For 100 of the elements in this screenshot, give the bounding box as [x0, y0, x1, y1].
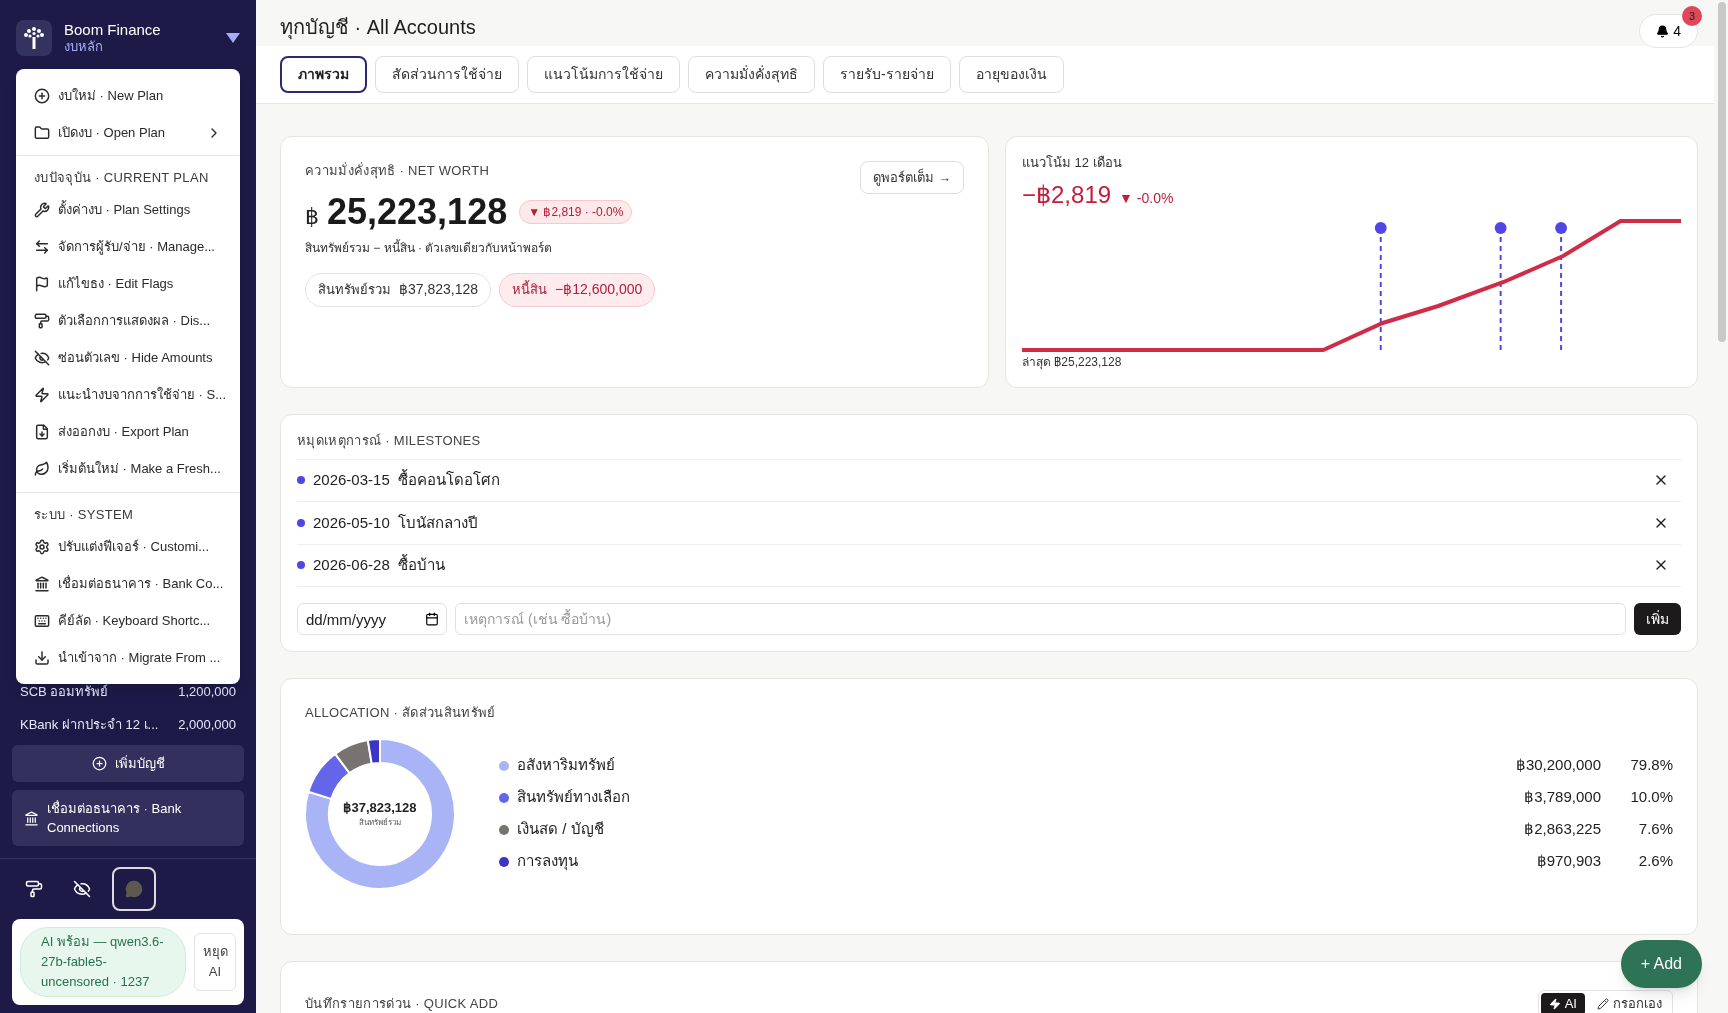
legend-share: 79.8%: [1629, 755, 1673, 776]
legend-label: การลงทุน: [517, 851, 579, 873]
dropdown-caret-icon[interactable]: [226, 33, 240, 43]
net-worth-amount: 25,223,128: [327, 189, 508, 234]
legend-label: อสังหาริมทรัพย์: [517, 755, 616, 776]
card-heading: บันทึกรายการด่วน · QUICK ADD: [305, 995, 499, 1013]
add-fab[interactable]: + Add: [1620, 940, 1702, 988]
folder-icon: [34, 124, 50, 141]
tree-logo-icon: [16, 20, 52, 56]
menu-item[interactable]: ซ่อนตัวเลข · Hide Amounts: [16, 339, 240, 377]
legend-amount: ฿2,863,225: [1523, 819, 1601, 840]
menu-item[interactable]: แนะนำงบจากการใช้จ่าย · S...: [16, 376, 240, 414]
legend-share: 2.6%: [1637, 851, 1673, 872]
flag-icon: [34, 276, 50, 292]
page-title: ทุกบัญชี · All Accounts: [280, 15, 476, 42]
paint-roller-icon: [34, 313, 50, 329]
menu-item[interactable]: คีย์ลัด · Keyboard Shortc...: [16, 602, 240, 639]
card-heading: ความมั่งคั่งสุทธิ · NET WORTH: [305, 161, 491, 181]
menu-section-heading: ระบบ · SYSTEM: [33, 505, 135, 524]
milestone-date: 2026-06-28: [313, 555, 390, 575]
ai-status-pill: AI พร้อม — qwen3.6-27b-fable5-uncensored · 1237: [20, 927, 186, 997]
arrows-icon: [34, 239, 50, 255]
legend-share: 7.6%: [1637, 819, 1673, 840]
milestone-name: ซื้อบ้าน: [397, 554, 446, 575]
legend-amount: ฿30,200,000: [1514, 755, 1601, 776]
menu-item[interactable]: เริ่มต้นใหม่ · Make a Fresh...: [16, 450, 240, 488]
menu-section-heading: งบปัจจุบัน · CURRENT PLAN: [33, 169, 210, 188]
stop-ai-button[interactable]: หยุด AI: [194, 933, 236, 991]
debt-chip: หนี้สิน −฿12,600,000: [499, 272, 656, 307]
tab[interactable]: สัดส่วนการใช้จ่าย: [375, 56, 519, 93]
add-account-button[interactable]: เพิ่มบัญชี: [12, 745, 244, 782]
tab[interactable]: รายรับ-รายจ่าย: [823, 56, 951, 93]
legend-label: เงินสด / บัญชี: [517, 819, 605, 840]
latest-value: ล่าสุด ฿25,223,128: [1022, 353, 1123, 371]
menu-item[interactable]: เปิดงบ · Open Plan: [16, 114, 240, 151]
account-row[interactable]: KBank ฝากประจำ 12 เ... 2,000,000: [12, 708, 244, 741]
bell-icon: [1656, 24, 1670, 38]
mode-toggle[interactable]: กรอกเอง: [1589, 993, 1670, 1013]
bank-connections-button[interactable]: เชื่อมต่อธนาคาร · Bank Connections: [12, 790, 244, 846]
plus-circle-icon: [91, 756, 107, 771]
wrench-icon: [34, 202, 50, 218]
menu-item[interactable]: เชื่อมต่อธนาคาร · Bank Co...: [16, 565, 240, 602]
bullet-icon: [297, 476, 305, 485]
tab[interactable]: แนวโน้มการใช้จ่าย: [527, 56, 680, 93]
toolbar-button[interactable]: [112, 867, 156, 911]
scrollbar[interactable]: [1718, 2, 1726, 342]
pencil-icon: [1597, 998, 1609, 1010]
legend-label: สินทรัพย์ทางเลือก: [517, 787, 631, 808]
event-field[interactable]: เหตุการณ์ (เช่น ซื้อบ้าน): [455, 603, 1626, 635]
keyboard-icon: [34, 612, 50, 629]
legend-share: 10.0%: [1629, 787, 1673, 808]
eye-off-icon: [73, 880, 91, 898]
file-download-icon: [34, 424, 50, 440]
menu-item[interactable]: แก้ไขธง · Edit Flags: [16, 265, 240, 303]
bank-icon: [34, 575, 50, 592]
milestone-name: ซื้อคอนโดอโศก: [397, 469, 501, 490]
date-field[interactable]: dd/mm/yyyy: [297, 603, 447, 635]
calendar-icon[interactable]: [425, 612, 439, 626]
chat-bubble-icon: [125, 880, 143, 898]
net-worth-note: สินทรัพย์รวม − หนี้สิน · ตัวเลขเดียวกับหน้าพอร์ต: [305, 238, 554, 257]
tab[interactable]: ความมั่งคั่งสุทธิ: [688, 56, 815, 93]
legend-amount: ฿970,903: [1535, 851, 1601, 872]
lightning-icon: [34, 387, 50, 403]
donut-total-label: สินทรัพย์รวม: [359, 817, 401, 830]
add-milestone-button[interactable]: เพิ่ม: [1634, 603, 1681, 635]
menu-item[interactable]: จัดการผู้รับ/จ่าย · Manage...: [16, 228, 240, 266]
card-heading: แนวโน้ม 12 เดือน: [1022, 154, 1123, 172]
download-icon: [34, 649, 50, 666]
tab[interactable]: อายุของเงิน: [958, 56, 1064, 93]
currency-symbol: ฿: [305, 202, 319, 231]
menu-item[interactable]: ปรับแต่งฟีเจอร์ · Customi...: [16, 528, 240, 565]
paint-roller-icon: [25, 880, 43, 898]
menu-item[interactable]: ส่งออกงบ · Export Plan: [16, 413, 240, 451]
trend-change: ▼ -0.0%: [1119, 188, 1174, 208]
tab[interactable]: ภาพรวม: [280, 56, 367, 93]
bullet-icon: [297, 518, 305, 527]
menu-item[interactable]: งบใหม่ · New Plan: [16, 77, 240, 114]
plus-circle-icon: [34, 87, 50, 104]
leaf-icon: [34, 461, 50, 477]
eye-off-icon: [34, 350, 50, 366]
menu-item[interactable]: นำเข้าจาก · Migrate From ...: [16, 639, 240, 676]
card-heading: หมุดเหตุการณ์ · MILESTONES: [297, 431, 1681, 460]
mode-toggle[interactable]: AI: [1540, 993, 1585, 1013]
gear-icon: [34, 538, 50, 555]
card-heading: ALLOCATION · สัดส่วนสินทรัพย์: [305, 704, 497, 722]
trend-value: −฿2,819: [1022, 179, 1112, 210]
donut-total: ฿37,823,128: [343, 798, 417, 817]
lightning-icon: [1548, 998, 1561, 1010]
view-portfolio-button[interactable]: ดูพอร์ตเต็ม →: [860, 161, 964, 194]
bullet-icon: [297, 561, 305, 570]
milestone-date: 2026-05-10: [313, 512, 390, 533]
plan-name: งบหลัก: [64, 39, 104, 56]
menu-item[interactable]: ตั้งค่างบ · Plan Settings: [16, 191, 240, 229]
milestone-date: 2026-03-15: [313, 470, 390, 490]
bank-icon: [24, 810, 39, 826]
app-name: Boom Finance: [64, 20, 162, 40]
legend-amount: ฿3,789,000: [1523, 787, 1601, 808]
menu-item[interactable]: ตัวเลือกการแสดงผล · Dis...: [16, 302, 240, 340]
milestone-name: โบนัสกลางปี: [397, 512, 479, 533]
change-badge: ▼ ฿2,819 · -0.0%: [519, 199, 633, 224]
